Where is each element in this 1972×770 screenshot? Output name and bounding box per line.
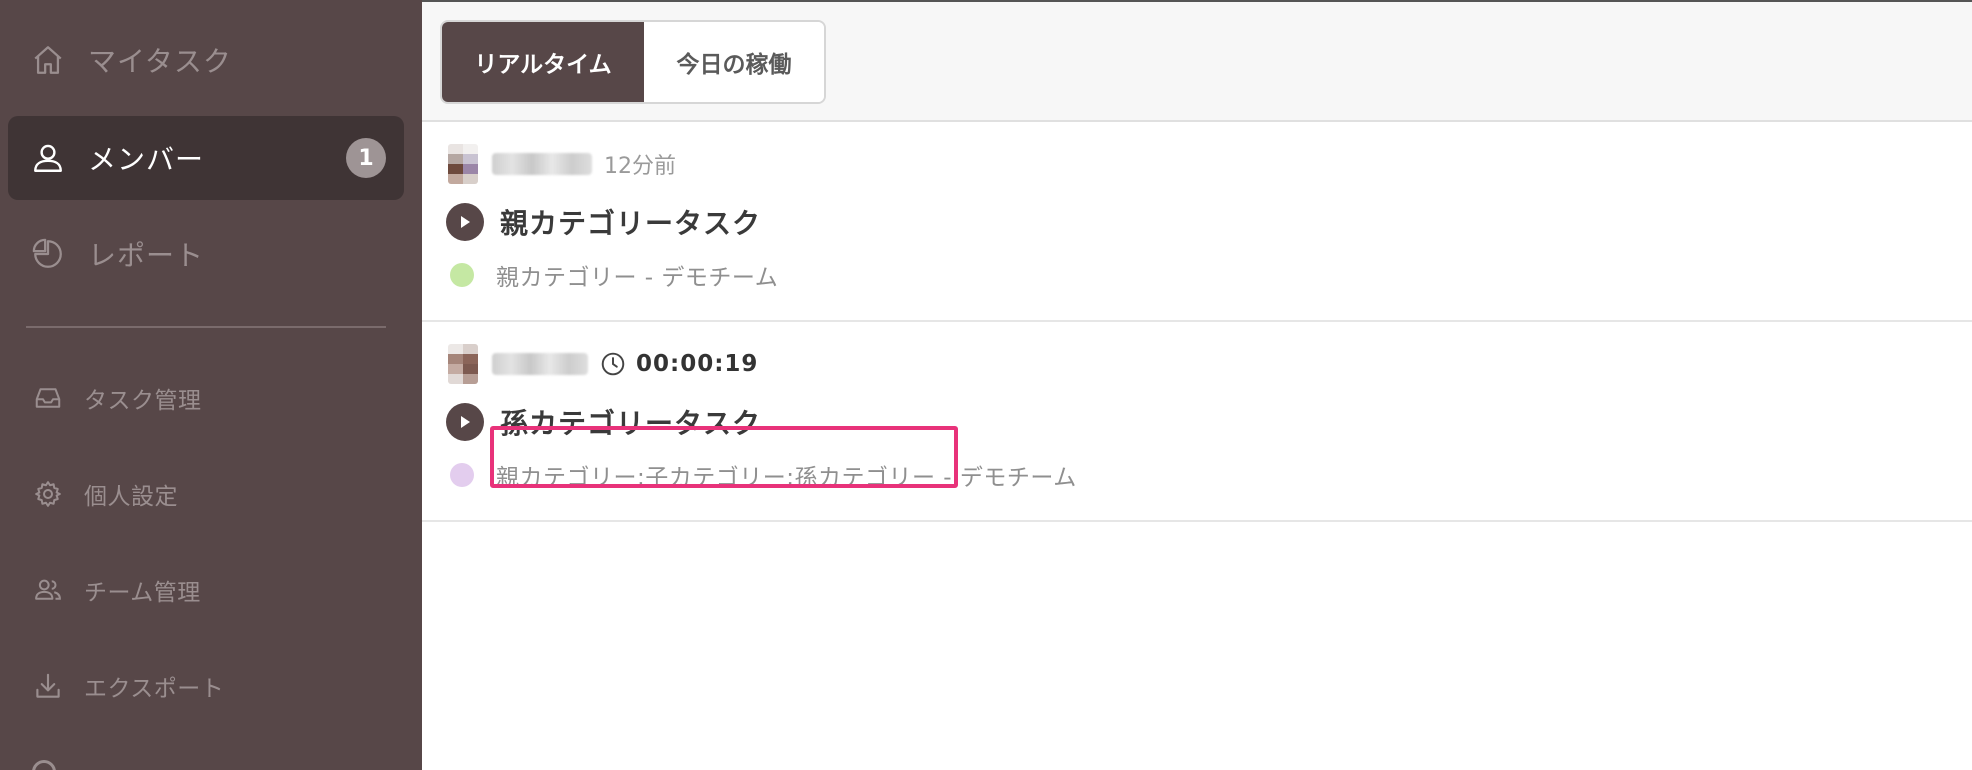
- category-path: 親カテゴリー - デモチーム: [496, 265, 779, 291]
- view-tabs: リアルタイム 今日の稼働: [440, 20, 826, 104]
- gear-icon: [30, 476, 66, 512]
- sidebar-item-label: タスク管理: [84, 388, 202, 414]
- sidebar-item-reports[interactable]: レポート: [8, 212, 404, 296]
- tab-today-activity[interactable]: 今日の稼働: [644, 22, 824, 102]
- view-header: リアルタイム 今日の稼働: [422, 2, 1972, 122]
- sidebar-item-label: エクスポート: [84, 676, 225, 702]
- sidebar-item-my-tasks[interactable]: マイタスク: [8, 18, 404, 102]
- task-title: 孫カテゴリータスク: [500, 407, 762, 440]
- tab-realtime[interactable]: リアルタイム: [442, 22, 644, 102]
- sidebar-item-task-management[interactable]: タスク管理: [8, 356, 404, 440]
- avatar: [448, 144, 478, 184]
- task-row: 親カテゴリータスク: [446, 202, 761, 242]
- sidebar-item-personal-settings[interactable]: 個人設定: [8, 452, 404, 536]
- sidebar-item-label: メンバー: [88, 143, 205, 176]
- play-button[interactable]: [446, 403, 484, 441]
- inbox-icon: [30, 380, 66, 416]
- sidebar-item-label: マイタスク: [88, 45, 232, 78]
- sidebar-item-team-management[interactable]: チーム管理: [8, 548, 404, 632]
- entry-meta: 12分前: [448, 144, 676, 184]
- sidebar-item-label: レポート: [88, 239, 205, 272]
- category-path: 親カテゴリー:子カテゴリー:孫カテゴリー - デモチーム: [496, 465, 1077, 491]
- download-icon: [30, 668, 66, 704]
- play-icon: [461, 216, 470, 228]
- sidebar-item-label: 個人設定: [84, 484, 178, 510]
- sidebar-item-label: チーム管理: [84, 580, 201, 606]
- member-activity-entry: 00:00:19 孫カテゴリータスク 親カテゴリー:子カテゴリー:孫カテゴリー …: [422, 324, 1972, 522]
- category-color-dot: [450, 263, 474, 287]
- sidebar-divider: [26, 326, 386, 328]
- avatar: [448, 344, 478, 384]
- task-title: 親カテゴリータスク: [500, 207, 762, 240]
- entry-meta: 00:00:19: [448, 344, 758, 384]
- category-row: 親カテゴリー:子カテゴリー:孫カテゴリー - デモチーム: [450, 458, 1077, 492]
- running-timer: 00:00:19: [636, 351, 759, 377]
- elapsed-time: 12分前: [604, 154, 676, 179]
- sidebar-item-export[interactable]: エクスポート: [8, 644, 404, 728]
- member-name-blurred: [492, 353, 588, 375]
- main-content: リアルタイム 今日の稼働 12分前 親カテゴリータスク 親カテゴリー - デモチ…: [422, 2, 1972, 770]
- user-icon: [30, 140, 66, 176]
- sidebar-item-members[interactable]: メンバー 1: [8, 116, 404, 200]
- clock-icon: [600, 351, 626, 377]
- team-icon: [30, 572, 66, 608]
- category-color-dot: [450, 463, 474, 487]
- member-name-blurred: [492, 153, 592, 175]
- home-icon: [30, 42, 66, 78]
- sidebar-more-icon[interactable]: [32, 760, 56, 770]
- pie-chart-icon: [30, 236, 66, 272]
- member-count-badge: 1: [346, 138, 386, 178]
- sidebar: マイタスク メンバー 1 レポート タスク管理 個人設定 チーム管理 エクスポー…: [0, 0, 422, 770]
- play-button[interactable]: [446, 203, 484, 241]
- category-row: 親カテゴリー - デモチーム: [450, 258, 778, 292]
- member-activity-entry: 12分前 親カテゴリータスク 親カテゴリー - デモチーム: [422, 124, 1972, 322]
- play-icon: [461, 416, 470, 428]
- task-row: 孫カテゴリータスク: [446, 402, 761, 442]
